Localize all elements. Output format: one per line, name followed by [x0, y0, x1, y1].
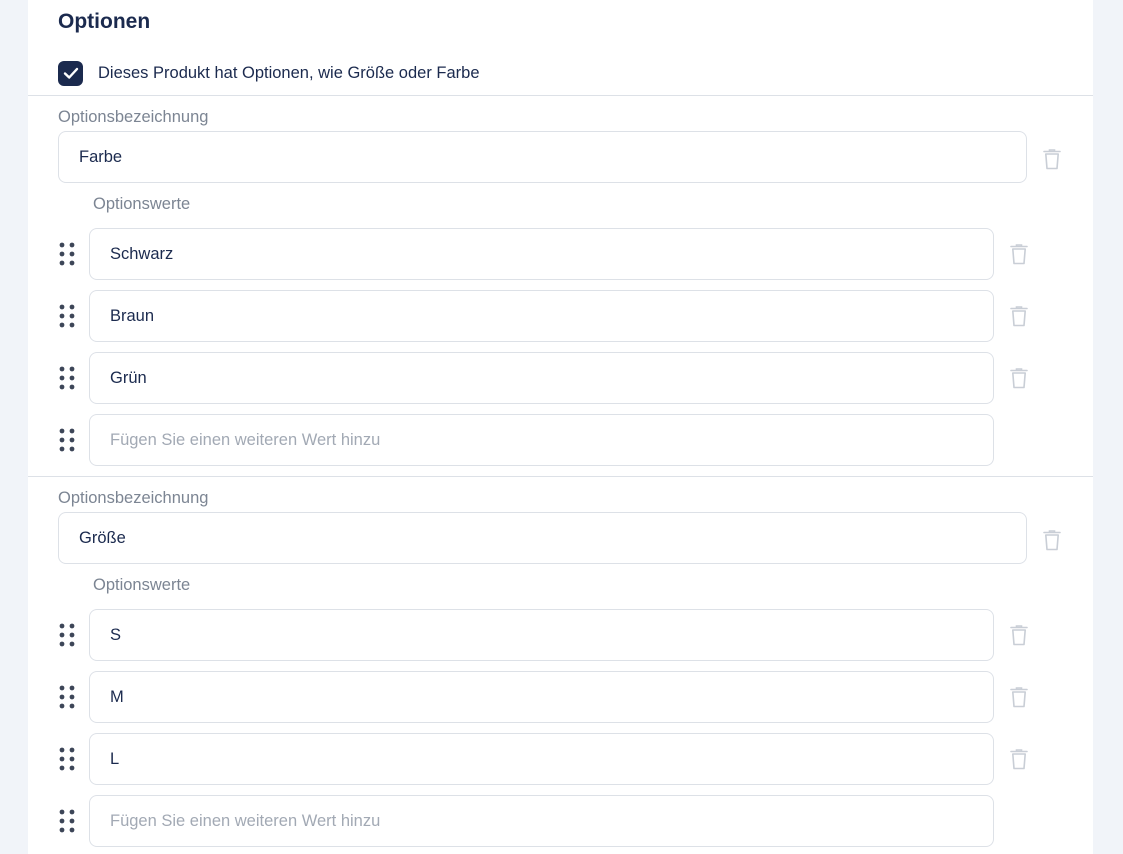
option-value-input[interactable]: S — [89, 609, 994, 661]
option-value-input[interactable]: M — [89, 671, 994, 723]
option-name-label: Optionsbezeichnung — [58, 108, 209, 126]
has-options-checkbox-row[interactable]: Dieses Produkt hat Optionen, wie Größe o… — [58, 60, 480, 86]
option-values-label: Optionswerte — [93, 576, 191, 594]
section-divider — [28, 476, 1093, 477]
has-options-label: Dieses Produkt hat Optionen, wie Größe o… — [98, 63, 480, 82]
drag-handle-icon[interactable] — [58, 365, 76, 391]
add-value-input[interactable]: Fügen Sie einen weiteren Wert hinzu — [89, 414, 994, 466]
trash-icon[interactable] — [1009, 747, 1029, 771]
drag-handle-icon[interactable] — [58, 303, 76, 329]
section-title: Optionen — [58, 10, 151, 33]
option-value-input[interactable]: Grün — [89, 352, 994, 404]
trash-icon[interactable] — [1009, 242, 1029, 266]
add-value-input[interactable]: Fügen Sie einen weiteren Wert hinzu — [89, 795, 994, 847]
drag-handle-icon[interactable] — [58, 427, 76, 453]
option-name-input[interactable]: Farbe — [58, 131, 1027, 183]
option-value-input[interactable]: Braun — [89, 290, 994, 342]
drag-handle-icon[interactable] — [58, 622, 76, 648]
drag-handle-icon[interactable] — [58, 808, 76, 834]
drag-handle-icon[interactable] — [58, 746, 76, 772]
trash-icon[interactable] — [1042, 528, 1062, 552]
option-value-input[interactable]: L — [89, 733, 994, 785]
trash-icon[interactable] — [1009, 685, 1029, 709]
trash-icon[interactable] — [1009, 366, 1029, 390]
options-card: Optionen Dieses Produkt hat Optionen, wi… — [28, 0, 1093, 854]
trash-icon[interactable] — [1009, 304, 1029, 328]
drag-handle-icon[interactable] — [58, 684, 76, 710]
option-name-input[interactable]: Größe — [58, 512, 1027, 564]
section-divider — [28, 95, 1093, 96]
trash-icon[interactable] — [1042, 147, 1062, 171]
option-name-label: Optionsbezeichnung — [58, 489, 209, 507]
option-value-input[interactable]: Schwarz — [89, 228, 994, 280]
has-options-checkbox[interactable] — [58, 60, 83, 86]
drag-handle-icon[interactable] — [58, 241, 76, 267]
option-values-label: Optionswerte — [93, 195, 191, 213]
trash-icon[interactable] — [1009, 623, 1029, 647]
check-icon — [63, 67, 78, 79]
